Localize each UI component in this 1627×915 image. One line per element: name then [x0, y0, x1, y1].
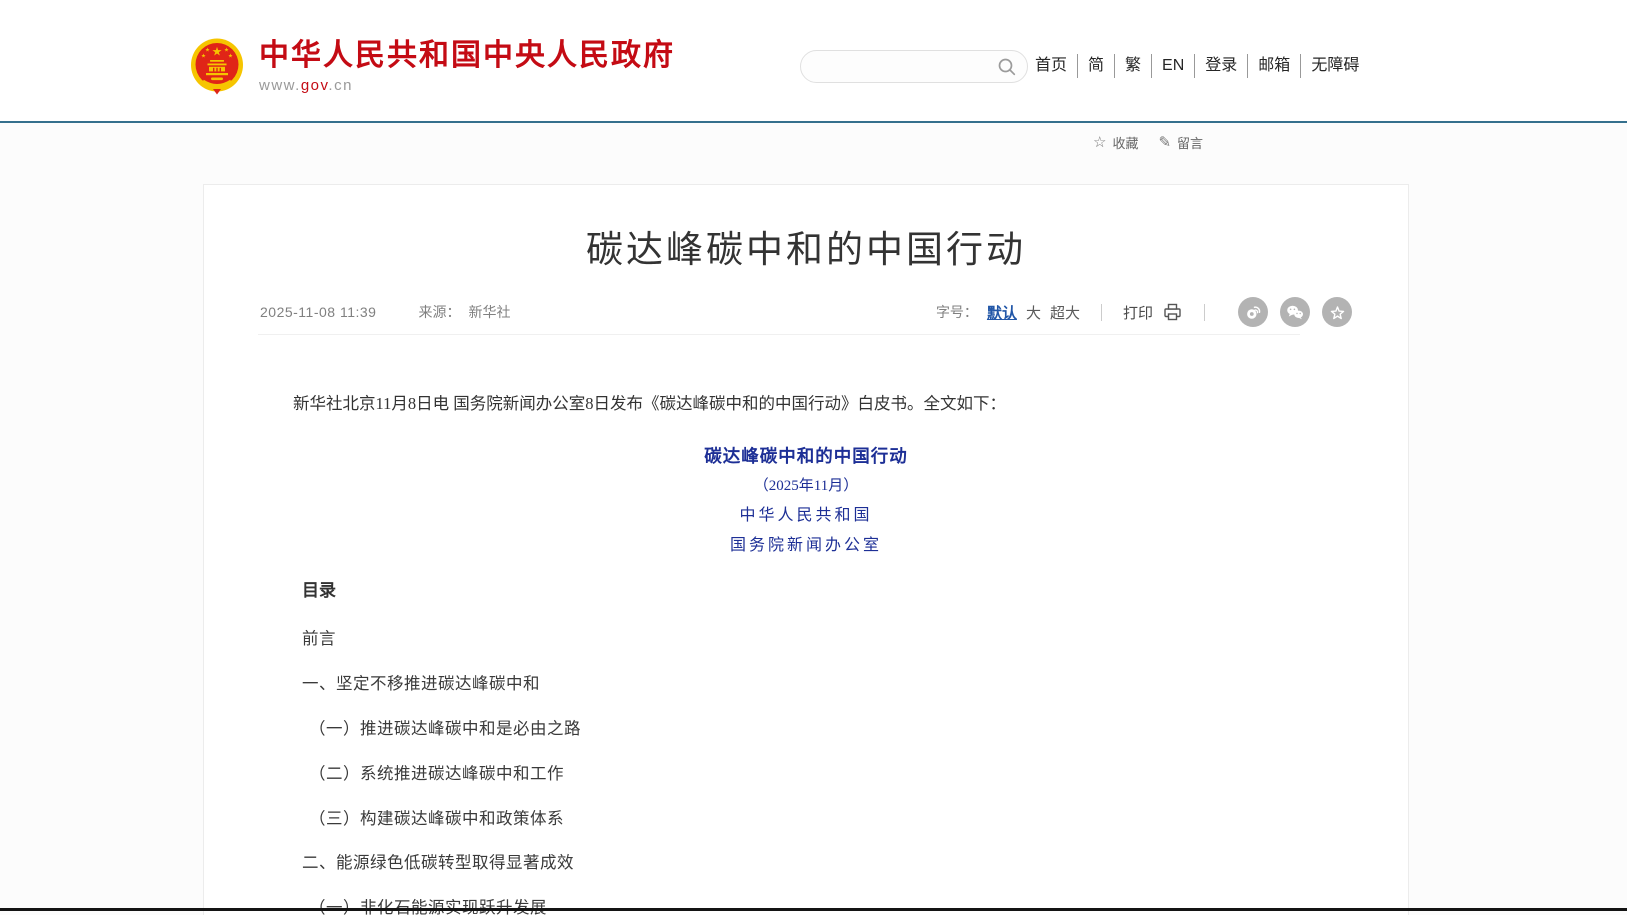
- search-icon[interactable]: [998, 58, 1016, 76]
- toc-item: （一）推进碳达峰碳中和是必由之路: [302, 705, 581, 750]
- page-actions: ☆ 收藏 ✎ 留言: [1093, 133, 1203, 152]
- toc-item: （二）系统推进碳达峰碳中和工作: [302, 749, 581, 794]
- favorite-link[interactable]: ☆ 收藏: [1093, 133, 1138, 152]
- nav-english[interactable]: EN: [1151, 54, 1194, 78]
- nav-login[interactable]: 登录: [1194, 54, 1247, 78]
- footer-top-border: [0, 908, 1627, 911]
- font-size-large[interactable]: 大: [1026, 302, 1041, 323]
- source-label: 来源：: [418, 302, 460, 322]
- share-wechat-button[interactable]: [1280, 297, 1310, 327]
- nav-accessibility[interactable]: 无障碍: [1300, 54, 1369, 78]
- weibo-icon: [1245, 304, 1262, 320]
- site-url: www.gov.cn: [259, 77, 675, 94]
- article-card: 碳达峰碳中和的中国行动 2025-11-08 11:39 来源： 新华社 字号：…: [203, 184, 1409, 915]
- toc-item: 二、能源绿色低碳转型取得显著成效: [302, 839, 581, 884]
- doc-heading-block: 碳达峰碳中和的中国行动 （2025年11月） 中华人民共和国 国务院新闻办公室: [204, 441, 1408, 561]
- site-logo[interactable]: ★ ★ ★ ★ ★ 中华人民共和国中央人民政府 www.gov.cn: [190, 38, 675, 95]
- share-weibo-button[interactable]: [1238, 297, 1268, 327]
- print-button[interactable]: 打印: [1123, 302, 1183, 323]
- meta-separator: [1204, 304, 1205, 321]
- star-icon: ☆: [1093, 135, 1106, 150]
- comment-link[interactable]: ✎ 留言: [1158, 133, 1203, 152]
- nav-simplified[interactable]: 简: [1077, 54, 1114, 78]
- search-box: [800, 50, 1028, 83]
- toc-item: （三）构建碳达峰碳中和政策体系: [302, 794, 581, 839]
- toc-item: 一、坚定不移推进碳达峰碳中和: [302, 660, 581, 705]
- header-divider: [0, 121, 1627, 123]
- lead-paragraph: 新华社北京11月8日电 国务院新闻办公室8日发布《碳达峰碳中和的中国行动》白皮书…: [260, 391, 1352, 416]
- site-header: ★ ★ ★ ★ ★ 中华人民共和国中央人民政府 www.gov.cn: [0, 0, 1627, 121]
- svg-text:★: ★: [205, 47, 210, 54]
- font-size-default[interactable]: 默认: [987, 302, 1017, 323]
- share-star-button[interactable]: [1322, 297, 1352, 327]
- top-nav: 首页 简 繁 EN 登录 邮箱 无障碍: [1025, 54, 1369, 78]
- font-size-xlarge[interactable]: 超大: [1050, 302, 1080, 323]
- page: ★ ★ ★ ★ ★ 中华人民共和国中央人民政府 www.gov.cn: [0, 0, 1627, 915]
- doc-title: 碳达峰碳中和的中国行动: [204, 441, 1408, 471]
- comment-label: 留言: [1177, 133, 1203, 152]
- article-meta-right: 字号： 默认 大 超大 打印: [936, 297, 1352, 327]
- share-star-icon: [1329, 304, 1346, 321]
- svg-text:★: ★: [212, 45, 223, 59]
- search-input[interactable]: [816, 53, 986, 80]
- font-size-label: 字号：: [936, 302, 978, 322]
- svg-text:★: ★: [228, 53, 233, 60]
- nav-home[interactable]: 首页: [1025, 54, 1077, 78]
- toc-list: 前言 一、坚定不移推进碳达峰碳中和 （一）推进碳达峰碳中和是必由之路 （二）系统…: [302, 615, 581, 915]
- doc-date: （2025年11月）: [204, 471, 1408, 501]
- wechat-icon: [1286, 304, 1304, 320]
- print-label: 打印: [1123, 302, 1153, 323]
- source-value: 新华社: [468, 302, 510, 322]
- nav-mail[interactable]: 邮箱: [1247, 54, 1300, 78]
- site-title: 中华人民共和国中央人民政府: [259, 38, 675, 74]
- national-emblem-icon: ★ ★ ★ ★ ★: [190, 38, 244, 95]
- toc-heading: 目录: [302, 576, 336, 601]
- doc-org-country: 中华人民共和国: [204, 501, 1408, 531]
- svg-text:★: ★: [224, 47, 229, 54]
- svg-text:★: ★: [201, 53, 206, 60]
- pencil-icon: ✎: [1158, 135, 1171, 150]
- article-meta-left: 2025-11-08 11:39 来源： 新华社: [260, 302, 510, 322]
- article-meta: 2025-11-08 11:39 来源： 新华社 字号： 默认 大 超大 打印: [260, 299, 1352, 325]
- nav-traditional[interactable]: 繁: [1114, 54, 1151, 78]
- favorite-label: 收藏: [1112, 133, 1138, 152]
- meta-separator: [1101, 304, 1102, 321]
- toc-item: 前言: [302, 615, 581, 660]
- printer-icon: [1162, 303, 1183, 321]
- meta-divider: [258, 334, 1300, 335]
- doc-org-office: 国务院新闻办公室: [204, 531, 1408, 561]
- article-title: 碳达峰碳中和的中国行动: [204, 219, 1408, 273]
- publish-date: 2025-11-08 11:39: [260, 304, 376, 320]
